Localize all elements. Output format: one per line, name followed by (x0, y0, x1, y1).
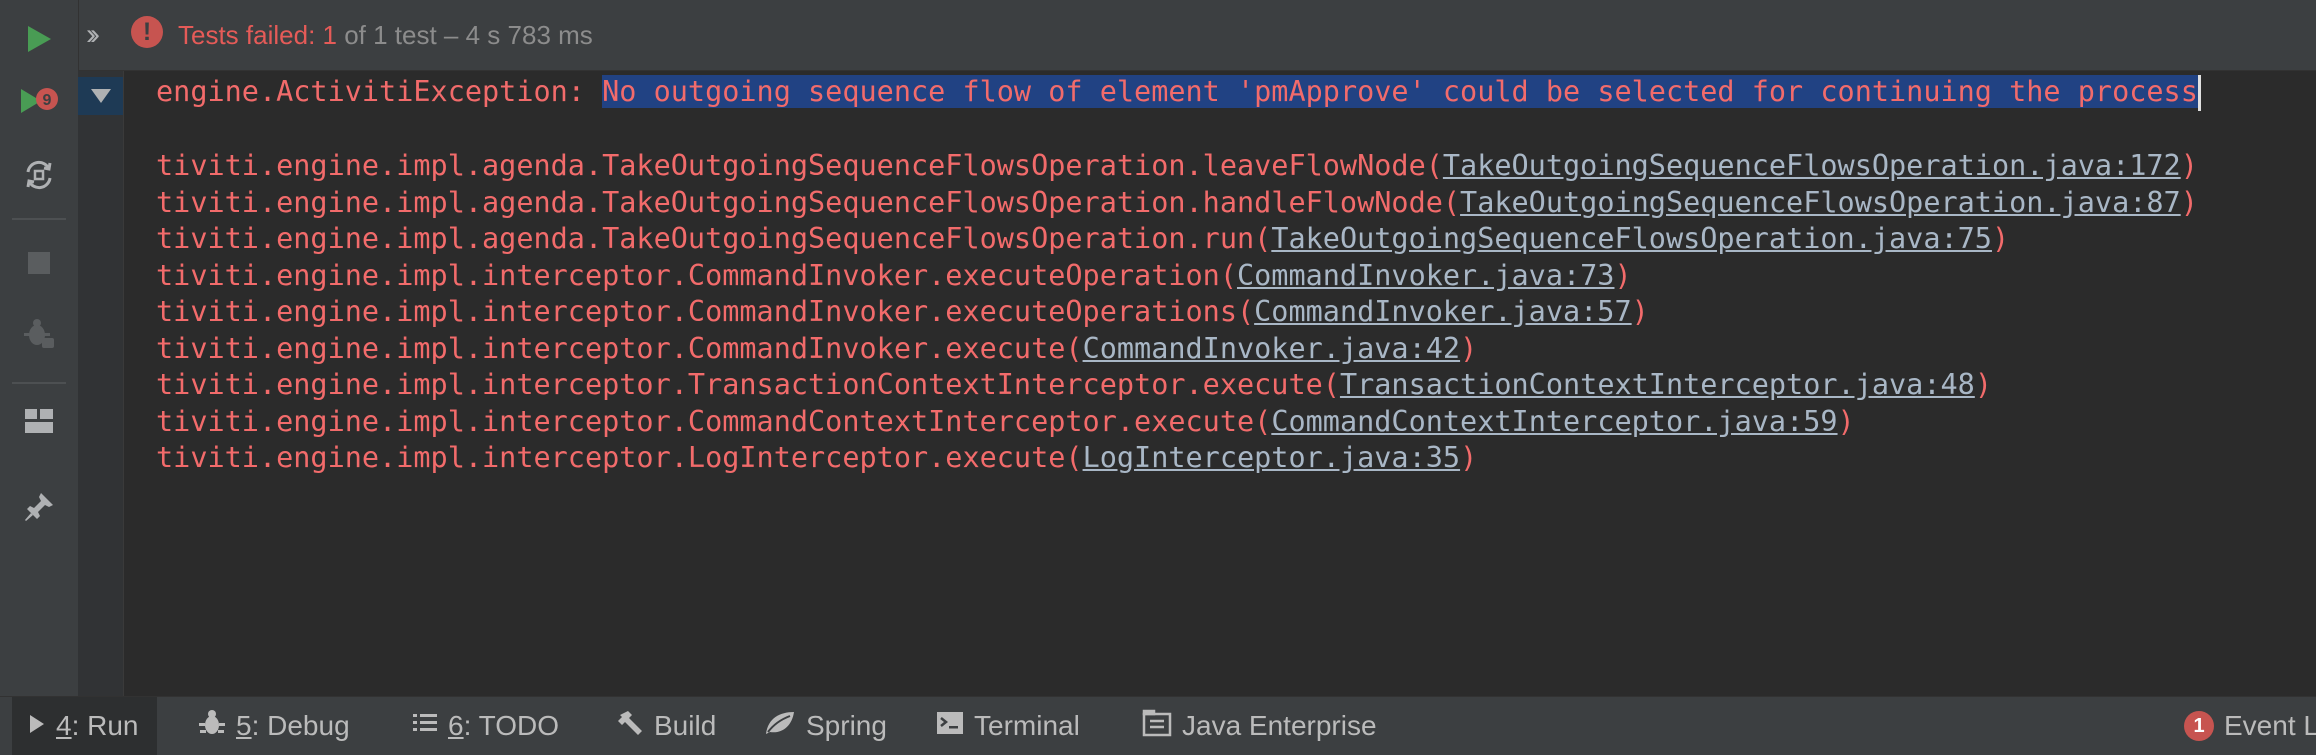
stack-frame-method: tiviti.engine.impl.interceptor.CommandIn… (156, 295, 1255, 328)
test-total-duration: of 1 test – 4 s 783 ms (336, 20, 593, 50)
source-link[interactable]: LogInterceptor.java:35 (1083, 441, 1461, 474)
tab-run[interactable]: 4: Run (12, 697, 157, 755)
toolbar-separator (12, 218, 66, 220)
source-link[interactable]: TakeOutgoingSequenceFlowsOperation.java:… (1271, 222, 1992, 255)
tab-todo[interactable]: 6: TODO (412, 697, 559, 755)
stack-frame-close: ) (2180, 185, 2198, 219)
stack-frame-close: ) (1460, 441, 1478, 474)
stack-frame-close: ) (1837, 404, 1855, 438)
failed-count: 1 (322, 20, 337, 50)
stop-icon (26, 250, 52, 281)
tab-terminal[interactable]: Terminal (936, 697, 1080, 755)
toggle-autotest-icon (22, 158, 56, 197)
hammer-icon (616, 709, 644, 744)
exception-class: engine.ActivitiException: (156, 75, 603, 108)
attach-debugger-button[interactable] (14, 310, 64, 360)
leaf-icon (764, 710, 796, 743)
source-link[interactable]: CommandInvoker.java:42 (1083, 332, 1461, 365)
stack-frame-close: ) (1974, 368, 1992, 401)
toolbar-separator (12, 382, 66, 384)
source-link[interactable]: TakeOutgoingSequenceFlowsOperation.java:… (1443, 149, 2181, 182)
stack-frame-method: tiviti.engine.impl.interceptor.CommandIn… (156, 331, 1083, 365)
test-result-summary: Tests failed: 1 of 1 test – 4 s 783 ms (178, 18, 593, 52)
stack-frame-method: tiviti.engine.impl.interceptor.LogInterc… (156, 441, 1083, 474)
stack-frame-close: ) (1614, 258, 1632, 292)
text-caret (2197, 75, 2201, 111)
source-link[interactable]: CommandInvoker.java:57 (1254, 295, 1632, 328)
stack-frame-method: tiviti.engine.impl.agenda.TakeOutgoingSe… (156, 185, 1461, 219)
stack-frame-close: ) (1631, 295, 1649, 328)
tab-debug[interactable]: 5: Debug (198, 697, 350, 755)
exception-line: engine.ActivitiException: No outgoing se… (156, 71, 2201, 113)
terminal-icon (936, 710, 964, 742)
source-link[interactable]: CommandInvoker.java:73 (1237, 259, 1615, 292)
enterprise-icon (1142, 709, 1172, 744)
stack-frame-line: tiviti.engine.impl.interceptor.LogInterc… (156, 437, 1477, 479)
debug-disabled-icon (22, 316, 56, 355)
rerun-failed-icon: 9 (19, 85, 59, 126)
stack-frame-method: tiviti.engine.impl.interceptor.CommandCo… (156, 404, 1272, 438)
source-link[interactable]: TransactionContextInterceptor.java:48 (1340, 368, 1975, 401)
expand-tree-button[interactable]: ›› (86, 18, 100, 52)
play-icon (25, 24, 53, 59)
pin-tab-button[interactable] (14, 484, 64, 534)
collapse-arrow-icon[interactable] (78, 77, 123, 115)
stack-frame-close: ) (1991, 222, 2010, 255)
run-triangle-icon (28, 710, 46, 742)
svg-text:9: 9 (43, 92, 52, 109)
tab-event-log[interactable]: 1 Event L (2184, 697, 2316, 755)
stop-button[interactable] (14, 240, 64, 290)
tool-window-bar: 4: Run 5: Debug 6: TODO Build Spring Ter… (0, 696, 2316, 755)
run-toolbar: 9 (0, 0, 79, 696)
layout-icon (23, 407, 55, 440)
restore-layout-button[interactable] (14, 398, 64, 448)
test-status-bar: ›› ! Tests failed: 1 of 1 test – 4 s 783… (0, 0, 2316, 71)
source-link[interactable]: CommandContextInterceptor.java:59 (1271, 405, 1837, 438)
source-link[interactable]: TakeOutgoingSequenceFlowsOperation.java:… (1460, 186, 2181, 219)
rerun-failed-button[interactable]: 9 (14, 80, 64, 130)
rerun-button[interactable] (14, 16, 64, 66)
selected-exception-message[interactable]: No outgoing sequence flow of element 'pm… (602, 75, 2198, 108)
pin-icon (23, 491, 55, 528)
tab-build[interactable]: Build (616, 697, 716, 755)
stack-frame-method: tiviti.engine.impl.interceptor.CommandIn… (156, 258, 1237, 292)
tab-spring[interactable]: Spring (764, 697, 887, 755)
tests-failed-label: Tests failed: (178, 20, 323, 50)
bug-icon (198, 709, 226, 744)
stack-frame-close: ) (2180, 149, 2198, 182)
toggle-auto-test-button[interactable] (14, 152, 64, 202)
console-output[interactable]: engine.ActivitiException: No outgoing se… (124, 71, 2316, 696)
stack-frame-method: tiviti.engine.impl.agenda.TakeOutgoingSe… (156, 149, 1443, 182)
console-gutter (78, 71, 124, 696)
error-icon: ! (131, 16, 163, 48)
list-icon (412, 710, 438, 742)
stack-frame-method: tiviti.engine.impl.agenda.TakeOutgoingSe… (156, 222, 1272, 255)
event-count-badge: 1 (2184, 711, 2214, 741)
tab-java-enterprise[interactable]: Java Enterprise (1142, 697, 1377, 755)
stack-frame-method: tiviti.engine.impl.interceptor.Transacti… (156, 368, 1340, 401)
stack-frame-close: ) (1460, 331, 1478, 365)
